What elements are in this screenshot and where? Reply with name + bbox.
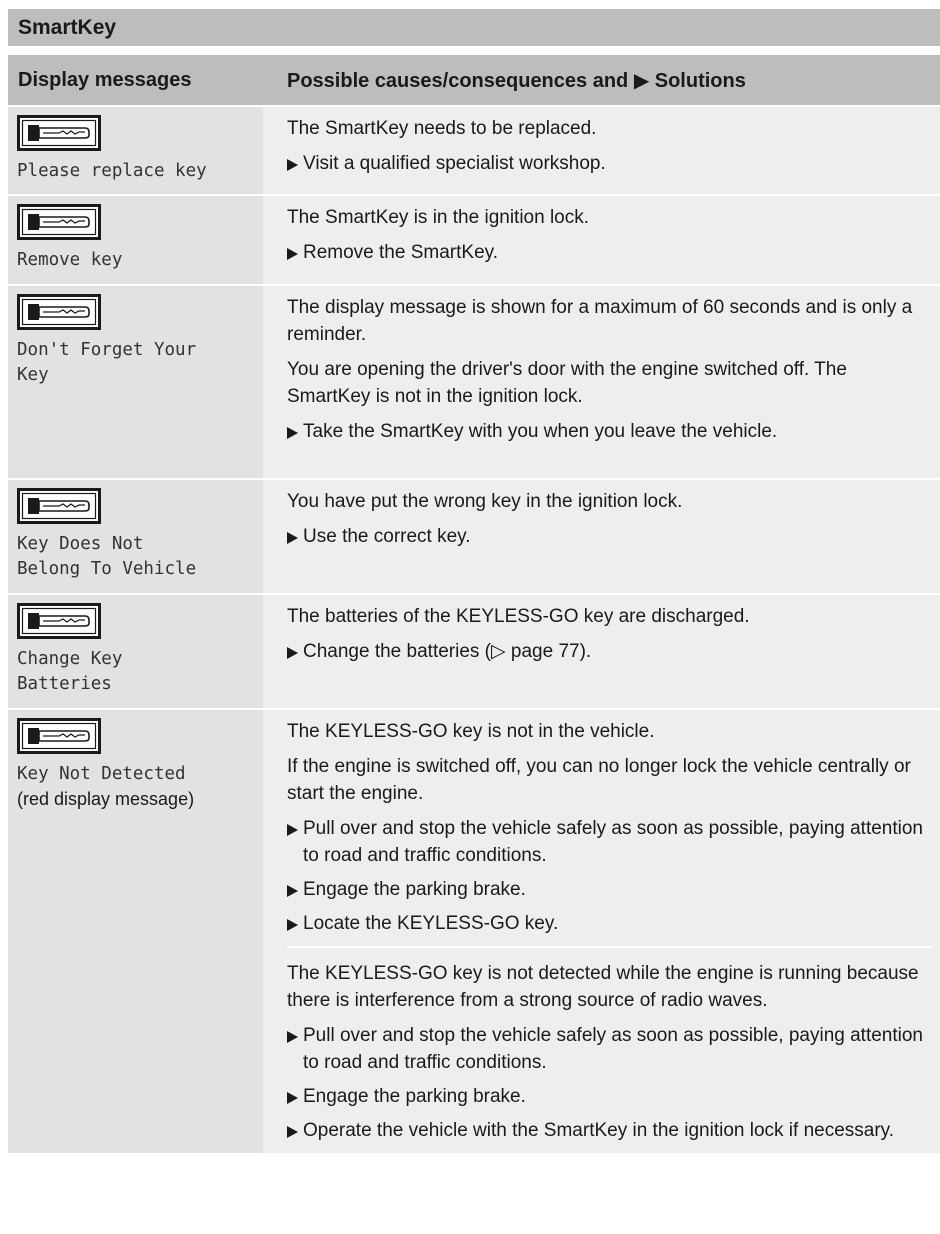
table-row: Key Not Detected (red display message) The… [8,708,940,1153]
display-message-cell: Change Key Batteries [8,595,263,708]
table-row: Please replace key The SmartKey needs to … [8,105,940,194]
display-message-text: Key Not Detected [17,764,186,784]
step-arrow-icon [287,1022,303,1076]
key-display-icon [17,294,101,330]
solution-text: Change the batteries (▷ page 77). [303,641,592,662]
table-row: Change Key Batteries The batteries of the… [8,593,940,708]
cause-text: The SmartKey is in the ignition lock. [287,207,590,228]
display-message-cell: Please replace key [8,107,263,194]
causes-solutions-cell: The batteries of the KEYLESS-GO key are … [263,595,940,708]
solution-step: Pull over and stop the vehicle safely as… [287,815,932,869]
causes-solutions-cell: The KEYLESS-GO key is not in the vehicle… [263,710,940,1153]
step-arrow-icon [287,523,303,550]
display-message-text: Remove key [17,250,123,270]
col-header-causes-solutions: Possible causes/consequences and ▶ Solut… [287,69,746,92]
table-row: Key Does Not Belong To Vehicle You have p… [8,478,940,593]
cause-text: You are opening the driver's door with t… [287,359,847,407]
step-arrow-icon [287,1083,303,1110]
cause-block: You have put the wrong key in the igniti… [287,480,932,559]
solution-text: Engage the parking brake. [303,879,526,900]
solution-text: Use the correct key. [303,526,471,547]
step-arrow-icon [287,418,303,445]
display-message-text: Key Does Not Belong To Vehicle [17,534,197,579]
solution-step: Use the correct key. [287,523,932,550]
solution-step: Remove the SmartKey. [287,239,932,266]
solution-text: Operate the vehicle with the SmartKey in… [303,1120,895,1141]
step-arrow-icon [287,638,303,665]
step-arrow-icon [287,815,303,869]
causes-solutions-cell: You have put the wrong key in the igniti… [263,480,940,593]
solution-step: Operate the vehicle with the SmartKey in… [287,1117,932,1144]
solution-text: Visit a qualified specialist workshop. [303,153,606,174]
key-display-icon [17,204,101,240]
display-message-cell: Don't Forget Your Key [8,286,263,478]
solution-step: Engage the parking brake. [287,876,932,903]
solution-text: Pull over and stop the vehicle safely as… [303,818,923,866]
solution-text: Locate the KEYLESS-GO key. [303,913,559,934]
smartkey-page: SmartKey Display messages Possible cause… [8,9,940,1153]
display-message-text: Please replace key [17,161,207,181]
display-message-text: Don't Forget Your Key [17,340,197,385]
solution-step: Pull over and stop the vehicle safely as… [287,1022,932,1076]
solution-step: Engage the parking brake. [287,1083,932,1110]
cause-block: The SmartKey needs to be replaced. Visit … [287,107,932,186]
cause-text: The display message is shown for a maxim… [287,297,913,345]
step-arrow-icon [287,910,303,937]
step-arrow-icon [287,150,303,177]
display-message-cell: Remove key [8,196,263,284]
table-row: Remove key The SmartKey is in the ignitio… [8,194,940,284]
cause-block: The KEYLESS-GO key is not detected while… [287,946,932,1153]
solution-step: Take the SmartKey with you when you leav… [287,418,932,445]
step-arrow-icon [287,1117,303,1144]
key-display-icon [17,603,101,639]
section-title: SmartKey [8,9,940,46]
solution-step: Locate the KEYLESS-GO key. [287,910,932,937]
solution-text: Remove the SmartKey. [303,242,499,263]
cause-text: If the engine is switched off, you can n… [287,756,911,804]
display-message-cell: Key Does Not Belong To Vehicle [8,480,263,593]
cause-block: The KEYLESS-GO key is not in the vehicle… [287,710,932,946]
cause-block: The batteries of the KEYLESS-GO key are … [287,595,932,674]
cause-block: The display message is shown for a maxim… [287,286,932,454]
table-header: Display messages Possible causes/consequ… [8,55,940,105]
table-row: Don't Forget Your Key The display message… [8,284,940,478]
col-header-display-messages: Display messages [18,68,192,91]
cause-text: You have put the wrong key in the igniti… [287,491,683,512]
solution-text: Pull over and stop the vehicle safely as… [303,1025,923,1073]
causes-solutions-cell: The SmartKey needs to be replaced. Visit … [263,107,940,194]
step-arrow-icon [287,876,303,903]
cause-text: The batteries of the KEYLESS-GO key are … [287,606,750,627]
solution-text: Take the SmartKey with you when you leav… [303,421,778,442]
key-display-icon [17,115,101,151]
step-arrow-icon [287,239,303,266]
cause-block: The SmartKey is in the ignition lock. Rem… [287,196,932,275]
table-body: Please replace key The SmartKey needs to … [8,105,940,1153]
key-display-icon [17,718,101,754]
display-message-cell: Key Not Detected (red display message) [8,710,263,1153]
solution-step: Visit a qualified specialist workshop. [287,150,932,177]
solution-step: Change the batteries (▷ page 77). [287,638,932,665]
smartkey-table: Display messages Possible causes/consequ… [8,55,940,1153]
solution-text: Engage the parking brake. [303,1086,526,1107]
display-message-note: (red display message) [17,789,195,809]
cause-text: The SmartKey needs to be replaced. [287,118,597,139]
display-message-text: Change Key Batteries [17,649,123,694]
cause-text: The KEYLESS-GO key is not in the vehicle… [287,721,655,742]
causes-solutions-cell: The SmartKey is in the ignition lock. Rem… [263,196,940,284]
cause-text: The KEYLESS-GO key is not detected while… [287,963,919,1011]
key-display-icon [17,488,101,524]
causes-solutions-cell: The display message is shown for a maxim… [263,286,940,478]
